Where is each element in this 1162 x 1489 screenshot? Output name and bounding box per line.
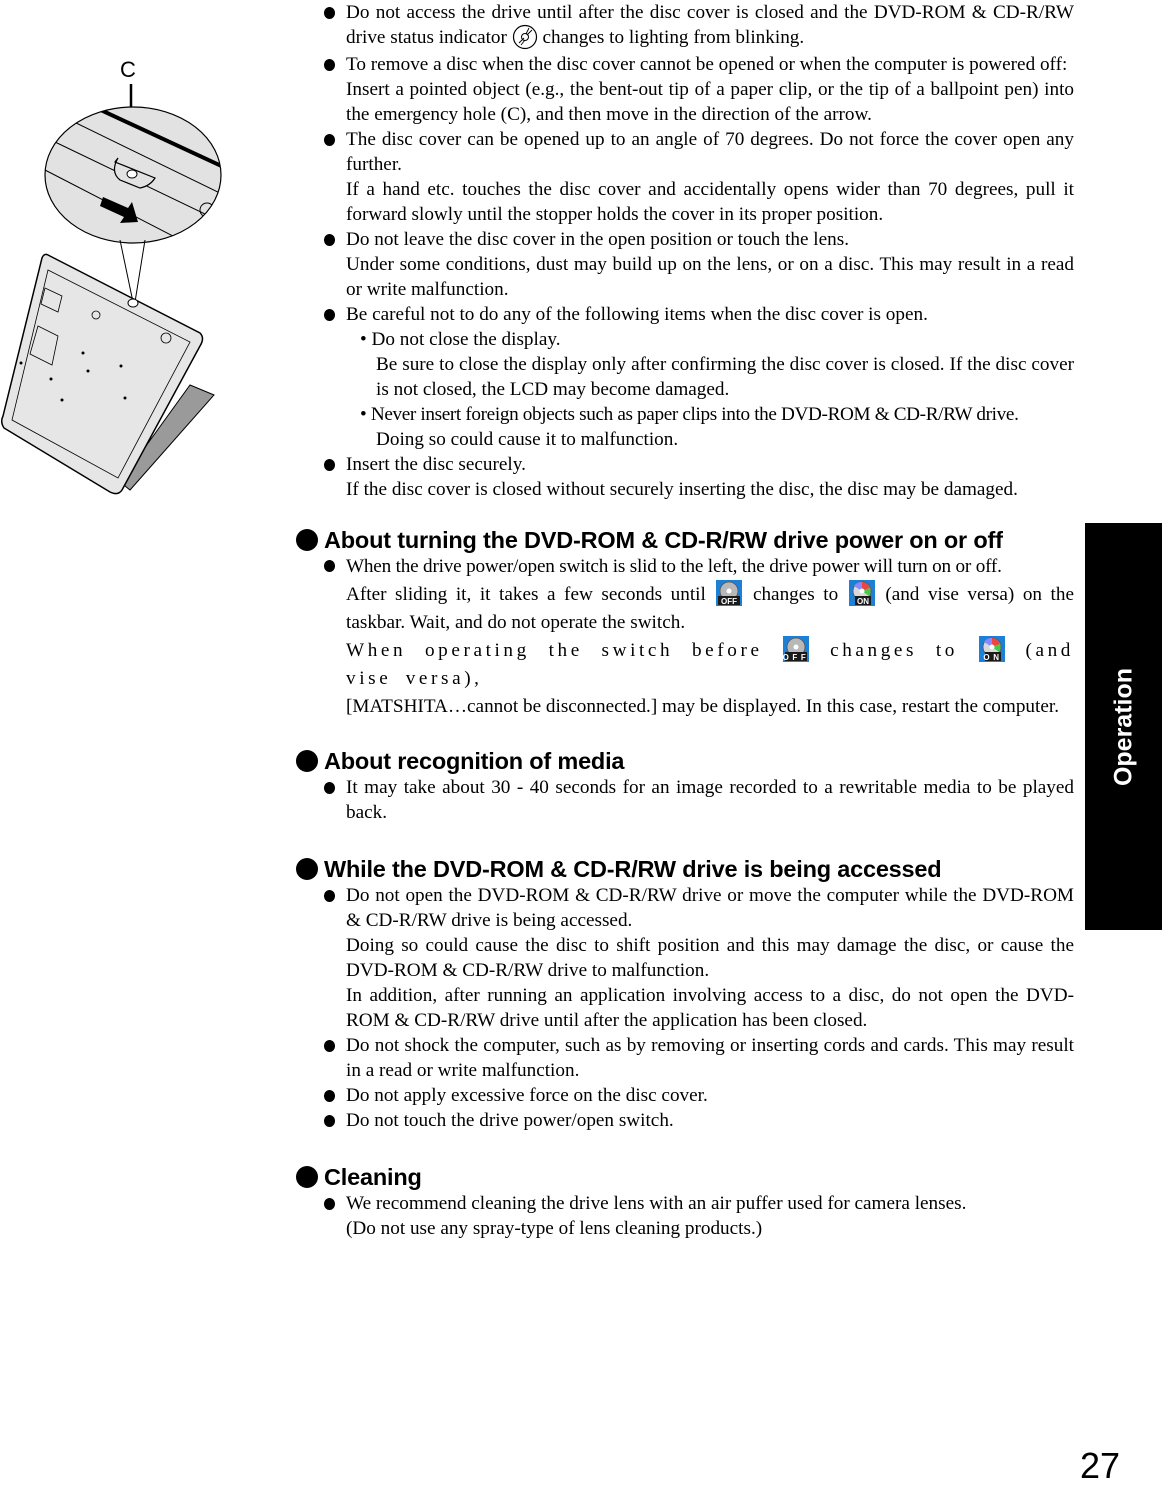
bullet-icon (324, 458, 335, 471)
bullet-icon (324, 1114, 335, 1127)
item-text: The disc cover can be opened up to an an… (346, 128, 1074, 175)
item-detail: Under some conditions, dust may build up… (346, 253, 1074, 300)
list-item: Be careful not to do any of the followin… (294, 302, 1074, 452)
item-text: When the drive power/open switch is slid… (346, 555, 1002, 577)
section-drive-power: About turning the DVD-ROM & CD-R/RW driv… (294, 526, 1074, 721)
laptop-drawing (0, 253, 215, 495)
drive-on-icon: ON (978, 636, 1005, 663)
bullet-icon (324, 781, 335, 794)
section-heading: About recognition of media (294, 747, 1074, 775)
item-text: Do not open the DVD-ROM & CD-R/RW drive … (346, 884, 1074, 931)
list-item: When the drive power/open switch is slid… (294, 553, 1074, 721)
pointer-line-right (134, 239, 146, 303)
item-text: Do not leave the disc cover in the open … (346, 228, 850, 250)
bullet-icon (324, 233, 335, 246)
item-detail: In addition, after running an applicatio… (346, 984, 1074, 1031)
item-text: Do not shock the computer, such as by re… (346, 1034, 1074, 1081)
bullet-icon (324, 1039, 335, 1052)
svg-text:C: C (120, 57, 136, 82)
section-heading: Cleaning (294, 1163, 1074, 1191)
sub-item-detail: Be sure to close the display only after … (376, 353, 1074, 400)
section-drive-accessed: While the DVD-ROM & CD-R/RW drive is bei… (294, 855, 1074, 1133)
bullet-icon (324, 1197, 335, 1210)
list-item: Do not leave the disc cover in the open … (294, 227, 1074, 302)
section-media-recognition: About recognition of media It may take a… (294, 747, 1074, 825)
sub-item: • Never insert foreign objects such as p… (346, 402, 1074, 452)
intro-precautions-list: Do not access the drive until after the … (294, 0, 1074, 502)
item-detail: (Do not use any spray-type of lens clean… (346, 1217, 763, 1239)
section-heading: About turning the DVD-ROM & CD-R/RW driv… (294, 526, 1074, 554)
item-text: Be careful not to do any of the followin… (346, 303, 928, 325)
item-detail: Doing so could cause the disc to shift p… (346, 934, 1074, 981)
sub-item-detail: Doing so could cause it to malfunction. (376, 428, 679, 450)
bullet-icon (324, 889, 335, 902)
heading-text: About recognition of media (324, 747, 625, 774)
bullet-icon (324, 559, 335, 572)
list-item: We recommend cleaning the drive lens wit… (294, 1191, 1074, 1241)
item-text: [MATSHITA…cannot be disconnected.] may b… (346, 695, 1059, 717)
section-heading: While the DVD-ROM & CD-R/RW drive is bei… (294, 855, 1074, 883)
drive-on-icon: ON (848, 580, 875, 607)
item-text: It may take about 30 - 40 seconds for an… (346, 776, 1074, 823)
list-item: Do not shock the computer, such as by re… (294, 1033, 1074, 1083)
item-text: When operating the switch before (346, 639, 763, 661)
list-item: Do not touch the drive power/open switch… (294, 1108, 1074, 1133)
list-item: Do not access the drive until after the … (294, 0, 1074, 52)
chapter-tab-operation: Operation (1085, 523, 1162, 930)
item-text: changes to (752, 583, 839, 605)
heading-bullet-icon (296, 857, 318, 880)
sub-item-title: • Never insert foreign objects such as p… (360, 403, 1019, 425)
sub-item-title: • Do not close the display. (360, 328, 561, 350)
bullet-icon (324, 1089, 335, 1102)
drive-off-icon: OFF (716, 580, 743, 607)
item-detail: If the disc cover is closed without secu… (346, 478, 1018, 500)
bullet-icon (324, 308, 335, 321)
heading-text: Cleaning (324, 1163, 422, 1190)
chapter-tab-label: Operation (1109, 667, 1137, 786)
list-item: Insert the disc securely. If the disc co… (294, 452, 1074, 502)
magnified-detail-circle (44, 106, 222, 244)
bullet-icon (324, 58, 335, 71)
list-item: To remove a disc when the disc cover can… (294, 52, 1074, 127)
bullet-icon (324, 133, 335, 146)
sub-item: • Do not close the display. Be sure to c… (346, 327, 1074, 402)
item-text: changes to (830, 639, 958, 661)
drive-off-icon: OFF (783, 636, 810, 663)
svg-text:OFF: OFF (783, 653, 809, 662)
laptop-emergency-hole-illustration: C (0, 57, 222, 495)
item-text: After sliding it, it takes a few seconds… (346, 583, 706, 605)
section-cleaning: Cleaning We recommend cleaning the drive… (294, 1163, 1074, 1241)
page-number: 27 (1079, 1445, 1120, 1486)
bullet-icon (324, 7, 335, 19)
heading-text: About turning the DVD-ROM & CD-R/RW driv… (324, 526, 1003, 553)
list-item: It may take about 30 - 40 seconds for an… (294, 775, 1074, 825)
disc-indicator-icon (512, 24, 537, 49)
item-detail: If a hand etc. touches the disc cover an… (346, 178, 1074, 225)
heading-bullet-icon (296, 749, 318, 772)
svg-text:ON: ON (857, 597, 869, 606)
page-content: Do not access the drive until after the … (294, 0, 1074, 1241)
svg-text:ON: ON (983, 653, 1002, 662)
heading-bullet-icon (296, 528, 318, 551)
list-item: Do not open the DVD-ROM & CD-R/RW drive … (294, 883, 1074, 1033)
item-text: changes to lighting from blinking. (542, 27, 805, 48)
item-text: Do not touch the drive power/open switch… (346, 1109, 674, 1131)
item-text: Do not apply excessive force on the disc… (346, 1084, 708, 1106)
list-item: Do not apply excessive force on the disc… (294, 1083, 1074, 1108)
item-text: Insert the disc securely. (346, 453, 526, 475)
list-item: The disc cover can be opened up to an an… (294, 127, 1074, 227)
item-text: We recommend cleaning the drive lens wit… (346, 1192, 967, 1214)
heading-text: While the DVD-ROM & CD-R/RW drive is bei… (324, 855, 942, 882)
callout-label-c: C (120, 57, 136, 82)
item-text: To remove a disc when the disc cover can… (346, 53, 1068, 75)
item-detail: Insert a pointed object (e.g., the bent-… (346, 78, 1074, 125)
heading-bullet-icon (296, 1165, 318, 1188)
svg-text:OFF: OFF (721, 597, 737, 606)
